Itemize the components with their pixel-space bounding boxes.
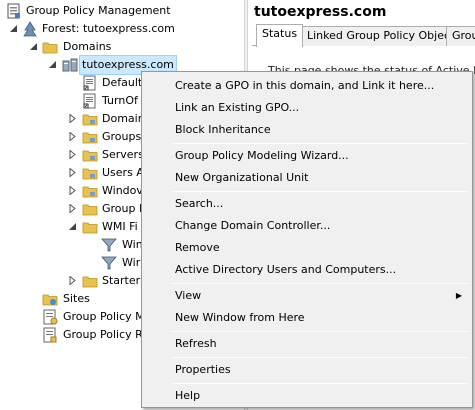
menu-item-link-existing-gpo[interactable]: Link an Existing GPO... bbox=[144, 98, 470, 118]
gpo-link-icon bbox=[82, 75, 98, 91]
menu-separator bbox=[172, 191, 468, 192]
collapsed-arrow-icon[interactable] bbox=[68, 276, 77, 285]
menu-separator bbox=[172, 383, 468, 384]
collapsed-arrow-icon[interactable] bbox=[68, 186, 77, 195]
folder-icon bbox=[82, 219, 98, 235]
menu-item-refresh[interactable]: Refresh bbox=[144, 334, 470, 354]
page-title: tutoexpress.com bbox=[254, 4, 387, 20]
menu-separator bbox=[172, 143, 468, 144]
tree-label: Default bbox=[102, 76, 143, 89]
wmi-filter-icon bbox=[101, 237, 117, 253]
ou-folder-icon bbox=[82, 183, 98, 199]
menu-separator bbox=[172, 331, 468, 332]
menu-item-search[interactable]: Search... bbox=[144, 194, 470, 214]
collapsed-arrow-icon[interactable] bbox=[68, 150, 77, 159]
tree-label: Forest: tutoexpress.com bbox=[42, 22, 175, 35]
sites-icon bbox=[42, 291, 58, 307]
folder-icon bbox=[82, 273, 98, 289]
expanded-arrow-icon[interactable] bbox=[48, 60, 57, 69]
menu-item-create-gpo-link[interactable]: Create a GPO in this domain, and Link it… bbox=[144, 76, 470, 96]
menu-item-ad-users-computers[interactable]: Active Directory Users and Computers... bbox=[144, 260, 470, 280]
collapsed-arrow-icon[interactable] bbox=[68, 132, 77, 141]
ou-folder-icon bbox=[82, 129, 98, 145]
ou-folder-icon bbox=[82, 147, 98, 163]
menu-item-block-inheritance[interactable]: Block Inheritance bbox=[144, 120, 470, 140]
tree-label: Users A bbox=[102, 166, 144, 179]
forest-icon bbox=[22, 21, 38, 37]
gpo-link-icon bbox=[82, 93, 98, 109]
tree-label: WMI Fi bbox=[102, 220, 138, 233]
menu-separator bbox=[172, 283, 468, 284]
tree-label: Domair bbox=[102, 112, 143, 125]
domain-icon bbox=[62, 57, 78, 73]
tree-node-gpm-root[interactable]: Group Policy Management bbox=[0, 2, 240, 20]
tree-label: Groups bbox=[102, 130, 142, 143]
menu-item-change-domain-controller[interactable]: Change Domain Controller... bbox=[144, 216, 470, 236]
tree-node-forest[interactable]: Forest: tutoexpress.com bbox=[0, 20, 240, 38]
tab-linked-gpos[interactable]: Linked Group Policy Objects bbox=[301, 26, 467, 46]
submenu-arrow-icon: ▶ bbox=[455, 291, 462, 300]
context-menu: Create a GPO in this domain, and Link it… bbox=[141, 71, 473, 408]
tree-label: Servers bbox=[102, 148, 144, 161]
tab-status[interactable]: Status bbox=[256, 24, 304, 47]
expanded-arrow-icon[interactable] bbox=[9, 24, 18, 33]
tree-label: Group Policy R bbox=[63, 328, 143, 341]
tree-label: TurnOf bbox=[102, 94, 138, 107]
tree-label: Windov bbox=[102, 184, 143, 197]
menu-item-new-window[interactable]: New Window from Here bbox=[144, 308, 470, 328]
collapsed-arrow-icon[interactable] bbox=[68, 168, 77, 177]
folder-icon bbox=[82, 201, 98, 217]
tree-label: Group Policy Management bbox=[26, 4, 171, 17]
menu-item-help[interactable]: Help bbox=[144, 386, 470, 406]
ou-folder-icon bbox=[82, 165, 98, 181]
tree-label: Wir bbox=[122, 256, 141, 269]
tab-group-policy-inheritance[interactable]: Group bbox=[446, 26, 475, 46]
menu-item-remove[interactable]: Remove bbox=[144, 238, 470, 258]
expanded-arrow-icon[interactable] bbox=[29, 42, 38, 51]
tree-label: Domains bbox=[63, 40, 112, 53]
tree-label: Group I bbox=[102, 202, 143, 215]
tree-node-domains[interactable]: Domains bbox=[0, 38, 240, 56]
collapsed-arrow-icon[interactable] bbox=[68, 114, 77, 123]
tree-label: Sites bbox=[63, 292, 90, 305]
menu-item-view[interactable]: View ▶ bbox=[144, 286, 470, 306]
menu-item-gp-modeling-wizard[interactable]: Group Policy Modeling Wizard... bbox=[144, 146, 470, 166]
tab-bar: Status Linked Group Policy Objects Group bbox=[252, 24, 475, 47]
menu-item-label: View bbox=[175, 289, 202, 302]
group-policy-results-icon bbox=[42, 327, 58, 343]
collapsed-arrow-icon[interactable] bbox=[68, 204, 77, 213]
tree-label: Group Policy M bbox=[63, 310, 145, 323]
expanded-arrow-icon[interactable] bbox=[68, 222, 77, 231]
ou-folder-icon bbox=[82, 111, 98, 127]
domains-folder-icon bbox=[42, 39, 58, 55]
wmi-filter-icon bbox=[101, 255, 117, 271]
menu-separator bbox=[172, 357, 468, 358]
menu-item-new-ou[interactable]: New Organizational Unit bbox=[144, 168, 470, 188]
menu-item-properties[interactable]: Properties bbox=[144, 360, 470, 380]
group-policy-modeling-icon bbox=[42, 309, 58, 325]
tree-label: Starter bbox=[102, 274, 141, 287]
group-policy-management-icon bbox=[6, 3, 22, 19]
